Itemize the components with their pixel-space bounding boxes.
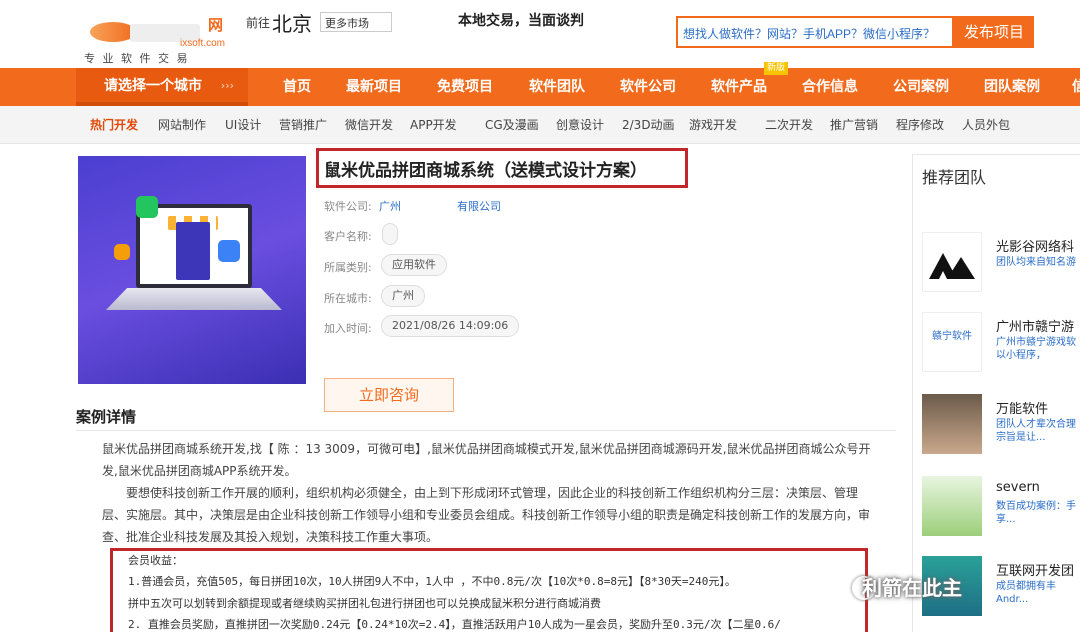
team-desc: 广州市赣宁游戏软以小程序， bbox=[996, 337, 1076, 361]
nav-software-products[interactable]: 软件产品 bbox=[711, 68, 767, 106]
company-label: 软件公司: bbox=[324, 200, 372, 213]
subnav-program-fix[interactable]: 程序修改 bbox=[896, 106, 944, 144]
category-subnav: 热门开发 网站制作 UI设计 营销推广 微信开发 APP开发 CG及漫画 创意设… bbox=[0, 106, 1080, 144]
team-desc: 团队均来自知名游 bbox=[996, 257, 1076, 268]
team-name: severn bbox=[996, 480, 1040, 495]
detail-paragraph-2: 要想使科技创新工作开展的顺利，组织机构必须健全，由上到下形成闭环式管理，因此企业… bbox=[102, 486, 871, 544]
city-select-label: 请选择一个城市 bbox=[104, 78, 202, 94]
team-name: 广州市赣宁游 bbox=[996, 320, 1075, 335]
subnav-cg[interactable]: CG及漫画 bbox=[485, 106, 539, 144]
team-name: 光影谷网络科 bbox=[996, 240, 1075, 255]
team-desc: 数百成功案例：手享... bbox=[996, 501, 1076, 525]
page: { "header": { "logo_wm": "网", "logo_site… bbox=[0, 0, 1080, 632]
member-benefits-line-3: 2. 直推会员奖励，直推拼团一次奖励0.24元【0.24*10次=2.4】，直推… bbox=[128, 618, 781, 631]
city-select-button[interactable]: 请选择一个城市 ››› bbox=[76, 68, 248, 106]
team-card[interactable]: 赣宁软件 广州市赣宁游 广州市赣宁游戏软以小程序， bbox=[922, 312, 1080, 382]
logo-domain: ixsoft.com bbox=[180, 38, 226, 49]
payment-icon bbox=[136, 196, 158, 218]
category-label: 所属类别: bbox=[324, 261, 372, 274]
header-tagline: 本地交易，当面谈判 bbox=[458, 13, 584, 29]
product-image bbox=[78, 156, 306, 384]
subnav-promotion[interactable]: 推广营销 bbox=[830, 106, 878, 144]
team-card[interactable]: 光影谷网络科 团队均来自知名游 bbox=[922, 232, 1080, 302]
team-card[interactable]: 万能软件 团队人才辈次合理宗旨是让... bbox=[922, 394, 1080, 464]
city-pill[interactable]: 广州 bbox=[381, 285, 425, 307]
category-pill[interactable]: 应用软件 bbox=[381, 254, 447, 276]
nav-team-cases[interactable]: 团队案例 bbox=[984, 68, 1040, 106]
nav-latest-projects[interactable]: 最新项目 bbox=[346, 68, 402, 106]
product-title: 鼠米优品拼团商城系统（送模式设计方案） bbox=[324, 161, 647, 181]
nav-more[interactable]: 信 bbox=[1072, 68, 1080, 106]
subnav-website[interactable]: 网站制作 bbox=[158, 106, 206, 144]
watermark-text: 利箭在此主 bbox=[862, 576, 962, 600]
city-label: 所在城市: bbox=[324, 292, 372, 305]
subnav-ui[interactable]: UI设计 bbox=[225, 106, 261, 144]
time-label: 加入时间: bbox=[324, 322, 372, 335]
subnav-outsourcing[interactable]: 人员外包 bbox=[962, 106, 1010, 144]
main-nav: 请选择一个城市 ››› 首页 最新项目 免费项目 软件团队 软件公司 软件产品 … bbox=[0, 62, 1080, 106]
laptop-base-icon bbox=[106, 288, 282, 310]
member-benefits-line-1: 1.普通会员，充值505，每日拼团10次，10人拼团9人不中，1人中 ，不中0.… bbox=[128, 575, 736, 588]
site-logo[interactable]: 网 ixsoft.com 专 业 软 件 交 易 bbox=[80, 10, 240, 65]
mountain-logo-icon bbox=[929, 253, 975, 279]
subnav-wechat[interactable]: 微信开发 bbox=[345, 106, 393, 144]
logo-slogan: 专 业 软 件 交 易 bbox=[84, 52, 190, 65]
goto-label: 前往 bbox=[246, 16, 271, 30]
team-desc: 成员都拥有丰Andr... bbox=[996, 581, 1056, 605]
subnav-creative[interactable]: 创意设计 bbox=[556, 106, 604, 144]
client-label: 客户名称: bbox=[324, 230, 372, 243]
team-name: 万能软件 bbox=[996, 402, 1049, 417]
subnav-animation[interactable]: 2/3D动画 bbox=[622, 106, 675, 144]
team-desc: 团队人才辈次合理宗旨是让... bbox=[996, 419, 1076, 443]
subnav-app[interactable]: APP开发 bbox=[410, 106, 457, 144]
team-name: 互联网开发团 bbox=[996, 564, 1075, 579]
time-pill: 2021/08/26 14:09:06 bbox=[381, 315, 520, 337]
nav-free-projects[interactable]: 免费项目 bbox=[437, 68, 493, 106]
team-avatar bbox=[922, 476, 982, 536]
shop-mini-icon bbox=[114, 244, 130, 260]
client-value-pill bbox=[382, 223, 398, 245]
nav-company-cases[interactable]: 公司案例 bbox=[893, 68, 949, 106]
chevron-right-icon: ››› bbox=[220, 79, 234, 92]
nav-home[interactable]: 首页 bbox=[283, 68, 311, 106]
publish-project-button[interactable]: 发布项目 bbox=[954, 16, 1034, 48]
subnav-hot[interactable]: 热门开发 bbox=[90, 106, 138, 144]
team-avatar bbox=[922, 394, 982, 454]
chat-icon bbox=[218, 240, 240, 262]
member-benefits-title: 会员收益： bbox=[128, 554, 183, 567]
current-city[interactable]: 北京 bbox=[272, 8, 312, 37]
subnav-game[interactable]: 游戏开发 bbox=[689, 106, 737, 144]
sidebar-title: 推荐团队 bbox=[922, 168, 987, 187]
site-header: 网 ixsoft.com 专 业 软 件 交 易 前往 北京 更多市场 本地交易… bbox=[0, 0, 1080, 68]
nav-software-teams[interactable]: 软件团队 bbox=[529, 68, 585, 106]
detail-paragraph-1: 鼠米优品拼团商城系统开发,找【 陈 ：13 3009，可微可电】,鼠米优品拼团商… bbox=[102, 442, 871, 478]
nav-software-companies[interactable]: 软件公司 bbox=[620, 68, 676, 106]
shop-icon bbox=[176, 222, 210, 280]
company-link[interactable]: 广州 有限公司 bbox=[379, 198, 501, 214]
member-benefits-line-2: 拼中五次可以划转到余额提现或者继续购买拼团礼包进行拼团也可以兑换成鼠米积分进行商… bbox=[128, 597, 601, 610]
team-card[interactable]: severn 数百成功案例：手享... bbox=[922, 476, 1080, 546]
search-input[interactable]: 想找人做软件？网站？手机APP？微信小程序？ bbox=[676, 16, 954, 48]
new-badge: 新版 bbox=[764, 62, 789, 75]
subnav-secondary[interactable]: 二次开发 bbox=[765, 106, 813, 144]
more-market-select[interactable]: 更多市场 bbox=[320, 12, 392, 32]
section-title: 案例详情 bbox=[76, 408, 137, 426]
team-avatar bbox=[922, 232, 982, 292]
nav-cooperation[interactable]: 合作信息 bbox=[802, 68, 858, 106]
team-avatar: 赣宁软件 bbox=[922, 312, 982, 372]
logo-text: 网 bbox=[208, 17, 224, 34]
subnav-marketing[interactable]: 营销推广 bbox=[279, 106, 327, 144]
consult-button[interactable]: 立即咨询 bbox=[324, 378, 454, 412]
